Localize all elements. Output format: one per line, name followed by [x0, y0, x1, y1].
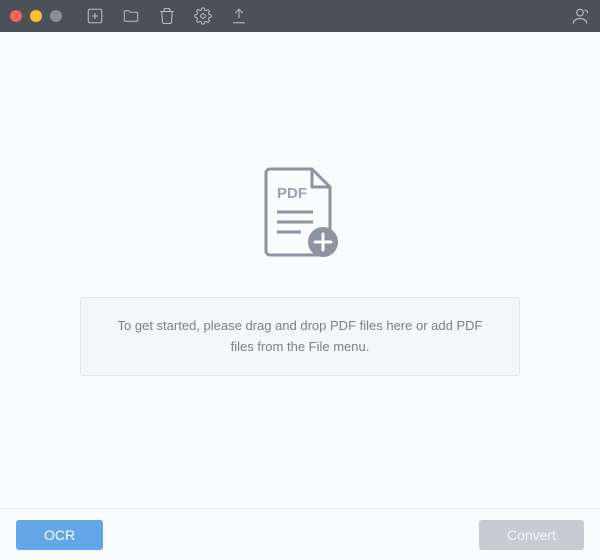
- main-area: PDF To get started, please drag and drop…: [0, 32, 600, 508]
- drop-zone-text: To get started, please drag and drop PDF…: [118, 318, 483, 353]
- convert-button[interactable]: Convert: [479, 520, 584, 550]
- drop-zone[interactable]: To get started, please drag and drop PDF…: [80, 297, 520, 375]
- settings-icon[interactable]: [194, 7, 212, 25]
- pdf-label-text: PDF: [277, 185, 307, 202]
- footer-bar: OCR Convert: [0, 508, 600, 560]
- toolbar: [86, 7, 248, 25]
- trash-icon[interactable]: [158, 7, 176, 25]
- add-file-icon[interactable]: [86, 7, 104, 25]
- window-controls: [10, 10, 62, 22]
- support-icon[interactable]: [570, 6, 590, 26]
- export-icon[interactable]: [230, 7, 248, 25]
- close-window-button[interactable]: [10, 10, 22, 22]
- folder-icon[interactable]: [122, 7, 140, 25]
- ocr-button[interactable]: OCR: [16, 520, 103, 550]
- fullscreen-window-button[interactable]: [50, 10, 62, 22]
- pdf-add-illustration: PDF: [255, 164, 345, 269]
- minimize-window-button[interactable]: [30, 10, 42, 22]
- titlebar: [0, 0, 600, 32]
